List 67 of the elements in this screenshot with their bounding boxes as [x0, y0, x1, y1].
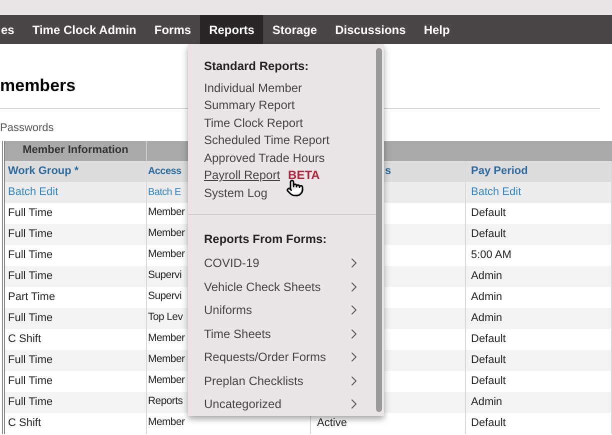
group-header: Member Information: [22, 143, 128, 158]
nav-tab[interactable]: Forms: [145, 15, 200, 44]
table-cell-text: Full Time: [8, 206, 53, 221]
table-cell-text: Default: [471, 374, 506, 389]
column-header: Access: [148, 164, 182, 178]
menu-link[interactable]: Approved Trade Hours: [204, 148, 325, 167]
table-cell-text: Reports: [148, 394, 183, 410]
table-cell-text: Part Time: [8, 290, 56, 305]
table-cell-text: Full Time: [8, 394, 53, 410]
nav-tab[interactable]: Storage: [263, 15, 326, 44]
menu-heading: Standard Reports:: [204, 58, 309, 75]
submenu-item[interactable]: COVID-19: [204, 252, 362, 275]
beta-label: BETA: [288, 167, 320, 184]
table-cell-text: Default: [471, 416, 506, 431]
menu-link[interactable]: Payroll Report: [204, 166, 280, 184]
page-title: members: [0, 77, 76, 94]
table-cell-text: Default: [471, 332, 506, 347]
table-cell-text: Default: [471, 206, 506, 221]
table-cell-text: 5:00 AM: [471, 248, 512, 263]
table-cell-text: Full Time: [8, 310, 53, 326]
table-cell-text: Member: [148, 205, 185, 220]
nav-tab[interactable]: es: [0, 15, 24, 44]
table-cell-text: Admin: [471, 310, 502, 326]
nav-tab[interactable]: Time Clock Admin: [23, 15, 146, 44]
column-header: s: [385, 164, 392, 179]
table-cell-text: C Shift: [8, 332, 42, 347]
column-header: Pay Period: [471, 164, 528, 179]
table-cell-text: Full Time: [8, 268, 53, 284]
table-cell-text: Member: [148, 352, 185, 368]
menu-link[interactable]: Scheduled Time Report: [204, 131, 330, 150]
table-cell-text: Supervi: [148, 268, 182, 284]
table-cell-text: Member: [148, 415, 185, 430]
table-cell-text: Admin: [471, 290, 502, 305]
nav-tab[interactable]: Help: [414, 15, 459, 44]
submenu-item[interactable]: Uncategorized: [204, 392, 362, 416]
table-cell-text: Top Lev: [148, 310, 183, 326]
table-cell-text: Default: [471, 352, 506, 368]
table-cell-text: Full Time: [8, 374, 53, 389]
table-cell-text: C Shift: [8, 416, 42, 431]
hand-cursor-icon: [286, 178, 304, 196]
table-cell-text: Member: [148, 373, 185, 388]
nav-tab[interactable]: Reports: [200, 15, 264, 44]
table-cell-text: Active: [317, 416, 347, 431]
table-cell-text: Full Time: [8, 226, 53, 242]
submenu-item[interactable]: Preplan Checklists: [204, 369, 362, 392]
menu-heading: Reports From Forms:: [204, 230, 327, 248]
table-cell-text: Admin: [471, 268, 502, 284]
table-cell-text: Full Time: [8, 352, 53, 368]
table-cell-text: Supervi: [148, 289, 182, 304]
menu-link[interactable]: Individual Member: [204, 78, 302, 97]
passwords-link[interactable]: Passwords: [0, 120, 54, 136]
table-cell-text: Member: [148, 331, 185, 346]
column-header: Work Group *: [8, 164, 79, 179]
table-cell-text: Member: [148, 247, 185, 262]
menu-link[interactable]: Summary Report: [204, 96, 295, 114]
table-cell-text: Full Time: [8, 248, 53, 263]
nav-tab[interactable]: Discussions: [326, 15, 415, 44]
menu-link[interactable]: Time Clock Report: [204, 114, 303, 132]
table-cell-text: Member: [148, 226, 185, 242]
submenu-item[interactable]: Time Sheets: [204, 322, 362, 346]
submenu-item[interactable]: Vehicle Check Sheets: [204, 275, 362, 298]
scrollbar[interactable]: [376, 48, 382, 412]
menu-link[interactable]: System Log: [204, 184, 268, 202]
submenu-item[interactable]: Requests/Order Forms: [204, 346, 362, 369]
submenu-item[interactable]: Uniforms: [204, 298, 362, 322]
table-cell-text: Default: [471, 226, 506, 242]
table-cell-text: Admin: [471, 394, 502, 410]
